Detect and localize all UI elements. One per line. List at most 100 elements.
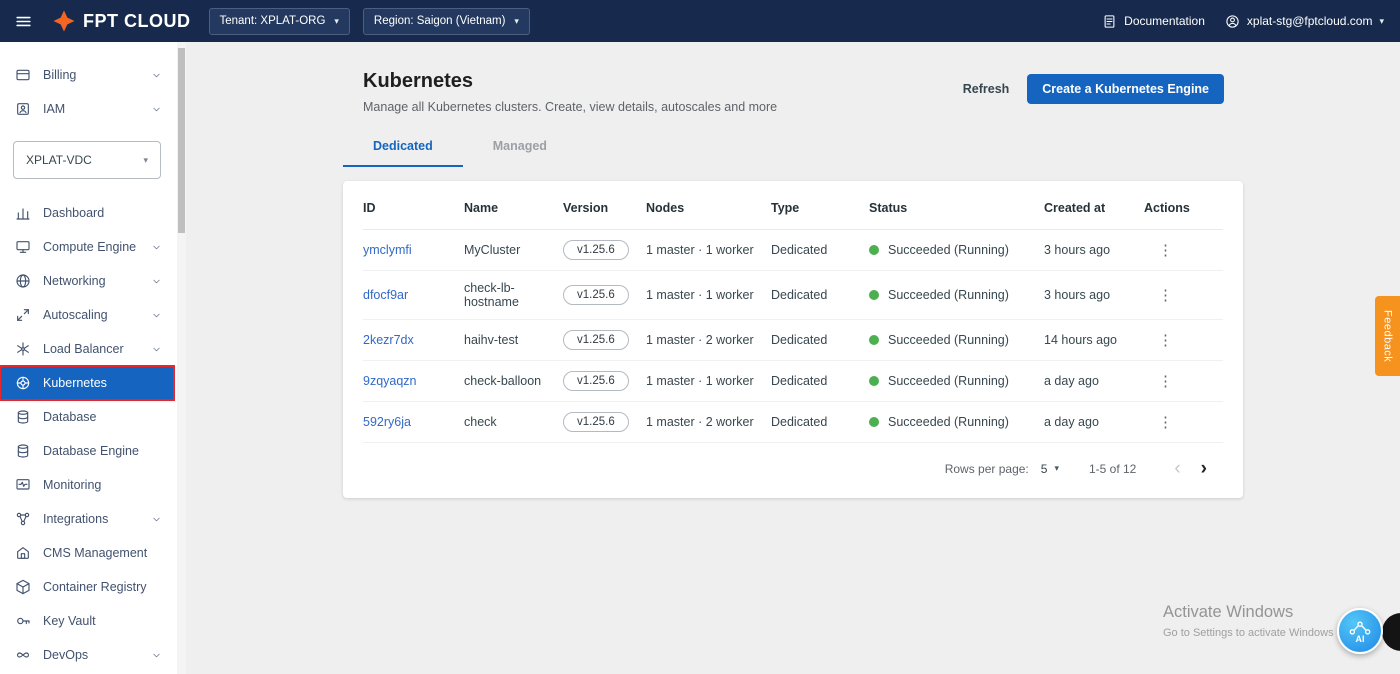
column-header-status: Status — [869, 181, 1044, 230]
database-engine-icon — [15, 443, 31, 459]
sidebar-item-label: Autoscaling — [43, 308, 108, 322]
cluster-nodes: 1 master · 1 worker — [646, 229, 771, 271]
ai-assistant-icon: AI — [1349, 621, 1371, 644]
column-header-nodes: Nodes — [646, 181, 771, 230]
user-email: xplat-stg@fptcloud.com — [1246, 14, 1373, 28]
sidebar-item-billing[interactable]: Billing — [0, 58, 174, 92]
sidebar-item-label: Billing — [43, 68, 77, 82]
ai-assistant-button[interactable]: AI — [1337, 608, 1383, 654]
sidebar-item-iam[interactable]: IAM — [0, 92, 174, 126]
sidebar-scrollbar-thumb[interactable] — [178, 48, 185, 233]
clusters-table: ID Name Version Nodes Type Status Create… — [363, 181, 1223, 443]
created-at: 3 hours ago — [1044, 270, 1144, 320]
table-row: ymclymfi MyCluster v1.25.6 1 master · 1 … — [363, 229, 1223, 271]
iam-icon — [15, 101, 31, 117]
row-actions-kebab-icon[interactable]: ⋮ — [1144, 372, 1173, 390]
row-actions-kebab-icon[interactable]: ⋮ — [1144, 241, 1173, 259]
status-dot-icon — [869, 290, 879, 300]
sidebar-scrollbar[interactable] — [177, 42, 186, 674]
refresh-button[interactable]: Refresh — [963, 82, 1010, 96]
sidebar-item-monitoring[interactable]: Monitoring — [0, 468, 174, 502]
status-cell: Succeeded (Running) — [869, 288, 1036, 302]
cluster-type: Dedicated — [771, 229, 869, 271]
cluster-type: Dedicated — [771, 401, 869, 443]
column-header-actions: Actions — [1144, 181, 1223, 230]
status-cell: Succeeded (Running) — [869, 333, 1036, 347]
fpt-logo-icon — [53, 10, 75, 32]
watermark-line1: Activate Windows — [1163, 603, 1294, 621]
sidebar-item-label: IAM — [43, 102, 66, 116]
table-row: dfocf9ar check-lb-hostname v1.25.6 1 mas… — [363, 270, 1223, 320]
status-dot-icon — [869, 376, 879, 386]
chevron-down-icon — [151, 104, 162, 115]
caret-down-icon: ▾ — [1054, 463, 1059, 473]
cluster-id-link[interactable]: 2kezr7dx — [363, 333, 414, 347]
sidebar-item-kubernetes[interactable]: Kubernetes — [0, 365, 175, 401]
caret-down-icon: ▾ — [334, 15, 339, 26]
vdc-select[interactable]: XPLAT-VDC ▾ — [13, 141, 161, 179]
topbar-right: Documentation xplat-stg@fptcloud.com ▾ — [1102, 14, 1384, 29]
column-header-id: ID — [363, 181, 464, 230]
feedback-tab[interactable]: Feedback — [1375, 296, 1400, 376]
sidebar-item-database-engine[interactable]: Database Engine — [0, 434, 174, 468]
status-cell: Succeeded (Running) — [869, 243, 1036, 257]
cluster-id-link[interactable]: dfocf9ar — [363, 288, 408, 302]
sidebar-item-label: Database Engine — [43, 444, 139, 458]
brand-text: FPT CLOUD — [83, 10, 191, 31]
chevron-down-icon — [151, 70, 162, 81]
rows-per-page-select[interactable]: 5 ▾ — [1041, 462, 1059, 476]
chat-widget-button[interactable] — [1382, 613, 1400, 651]
row-actions-kebab-icon[interactable]: ⋮ — [1144, 413, 1173, 431]
status-dot-icon — [869, 245, 879, 255]
sidebar-item-key-vault[interactable]: Key Vault — [0, 604, 174, 638]
sidebar-item-integrations[interactable]: Integrations — [0, 502, 174, 536]
brand-logo[interactable]: FPT CLOUD — [52, 9, 191, 33]
sidebar: Billing IAM XPLAT-VDC ▾ Dashboard Comput… — [0, 42, 186, 674]
sidebar-item-compute-engine[interactable]: Compute Engine — [0, 230, 174, 264]
cluster-nodes: 1 master · 1 worker — [646, 270, 771, 320]
cluster-id-link[interactable]: 592ry6ja — [363, 415, 411, 429]
monitoring-icon — [15, 477, 31, 493]
rows-per-page-label: Rows per page: — [944, 461, 1029, 476]
table-header-row: ID Name Version Nodes Type Status Create… — [363, 181, 1223, 230]
sidebar-item-dashboard[interactable]: Dashboard — [0, 196, 174, 230]
cluster-id-link[interactable]: ymclymfi — [363, 243, 412, 257]
previous-page-button[interactable]: ‹ — [1164, 459, 1190, 478]
cluster-name: check-balloon — [464, 360, 563, 402]
next-page-button[interactable]: › — [1191, 459, 1217, 478]
sidebar-item-autoscaling[interactable]: Autoscaling — [0, 298, 174, 332]
caret-down-icon: ▾ — [514, 15, 519, 26]
devops-icon — [15, 647, 31, 663]
cluster-type: Dedicated — [771, 270, 869, 320]
tab-managed[interactable]: Managed — [463, 128, 577, 167]
cluster-id-link[interactable]: 9zqyaqzn — [363, 374, 417, 388]
cluster-name: check — [464, 401, 563, 443]
caret-down-icon: ▾ — [143, 154, 148, 165]
sidebar-item-cms-management[interactable]: CMS Management — [0, 536, 174, 570]
container-registry-icon — [15, 579, 31, 595]
documentation-link[interactable]: Documentation — [1102, 14, 1205, 29]
sidebar-item-label: CMS Management — [43, 546, 148, 560]
tab-dedicated[interactable]: Dedicated — [343, 128, 463, 167]
sidebar-item-load-balancer[interactable]: Load Balancer — [0, 332, 174, 366]
document-icon — [1102, 14, 1117, 29]
user-account-menu[interactable]: xplat-stg@fptcloud.com ▾ — [1225, 14, 1384, 29]
sidebar-item-devops[interactable]: DevOps — [0, 638, 174, 672]
sidebar-item-label: Load Balancer — [43, 342, 124, 356]
sidebar-nav: Billing IAM XPLAT-VDC ▾ Dashboard Comput… — [0, 42, 175, 672]
sidebar-item-networking[interactable]: Networking — [0, 264, 174, 298]
hamburger-menu-button[interactable] — [0, 0, 46, 42]
topbar: FPT CLOUD Tenant: XPLAT-ORG ▾ Region: Sa… — [0, 0, 1400, 42]
chevron-down-icon — [151, 514, 162, 525]
sidebar-item-label: Container Registry — [43, 580, 147, 594]
row-actions-kebab-icon[interactable]: ⋮ — [1144, 286, 1173, 304]
tenant-select[interactable]: Tenant: XPLAT-ORG ▾ — [208, 7, 350, 35]
create-kubernetes-engine-button[interactable]: Create a Kubernetes Engine — [1027, 74, 1224, 104]
sidebar-item-container-registry[interactable]: Container Registry — [0, 570, 174, 604]
sidebar-item-label: Kubernetes — [43, 376, 107, 390]
created-at: 14 hours ago — [1044, 319, 1144, 361]
sidebar-item-database[interactable]: Database — [0, 400, 174, 434]
region-select[interactable]: Region: Saigon (Vietnam) ▾ — [362, 7, 530, 35]
page-title: Kubernetes — [363, 70, 474, 92]
row-actions-kebab-icon[interactable]: ⋮ — [1144, 331, 1173, 349]
